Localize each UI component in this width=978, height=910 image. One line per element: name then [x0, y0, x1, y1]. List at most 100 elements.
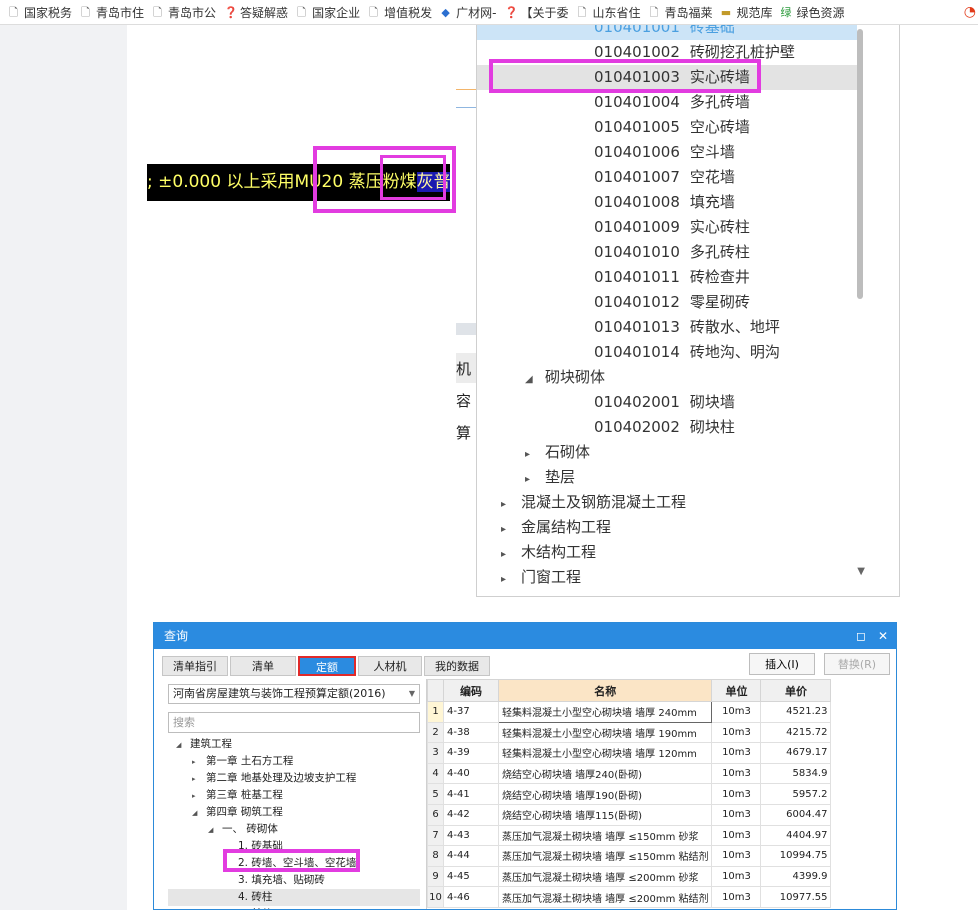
- bill-tree-popup: ▼ 010401001 砖基础 010401002 砖砌挖孔桩护壁 010401003 实…: [476, 25, 900, 597]
- bookmark-item[interactable]: ❓ 答疑解惑: [224, 4, 288, 21]
- tree-row[interactable]: 010401004 多孔砖墙: [477, 90, 857, 115]
- tree-row[interactable]: 010401005 空心砖墙: [477, 115, 857, 140]
- bookmark-item[interactable]: 🗋 青岛福莱: [648, 4, 713, 21]
- tree-row[interactable]: 010401006 空斗墙: [477, 140, 857, 165]
- tree-row-label: 砌块砌体: [545, 368, 606, 386]
- quota-tree-item[interactable]: ▸ 第一章 土石方工程: [168, 753, 420, 770]
- column-header[interactable]: [427, 679, 444, 702]
- cell-name: 烧结空心砌块墙 墙厚240(卧砌): [497, 762, 713, 785]
- quota-tree-item[interactable]: 4. 砖柱: [168, 889, 420, 906]
- expand-icon[interactable]: ▸: [501, 542, 515, 567]
- row-index: 9: [427, 865, 444, 888]
- bookmark-item[interactable]: ▬ 规范库: [720, 4, 773, 21]
- tab-2[interactable]: 定额: [298, 656, 356, 676]
- bookmark-item[interactable]: ❓ 【关于委: [504, 4, 568, 21]
- expand-icon[interactable]: ▸: [501, 567, 515, 592]
- cell-name: 蒸压加气混凝土砌块墙 墙厚 ≤200mm 粘结剂: [497, 886, 713, 908]
- doc-icon: 🗋: [297, 5, 306, 19]
- bookmark-item[interactable]: 🗋 山东省住: [576, 4, 641, 21]
- quota-tree-item[interactable]: ▸ 第二章 地基处理及边坡支护工程: [168, 770, 420, 787]
- collapse-icon[interactable]: ◢: [525, 367, 539, 392]
- tree-row[interactable]: 010401011 砖检查井: [477, 265, 857, 290]
- tab-3[interactable]: 人材机: [358, 656, 422, 676]
- bookmark-item[interactable]: 🗋 青岛市公: [152, 4, 216, 21]
- column-header[interactable]: 单位: [711, 679, 762, 702]
- search-input[interactable]: 搜索: [168, 712, 420, 733]
- table-row[interactable]: 4 4-40 烧结空心砌块墙 墙厚240(卧砌) 10m3 5834.9: [427, 762, 832, 785]
- scroll-down-icon[interactable]: ▼: [857, 566, 865, 577]
- collapse-icon[interactable]: ◢: [208, 822, 218, 839]
- close-icon[interactable]: ✕: [878, 623, 888, 649]
- collapse-icon[interactable]: ◢: [192, 805, 202, 822]
- tab-4[interactable]: 我的数据: [424, 656, 490, 676]
- column-header[interactable]: 名称: [497, 679, 713, 702]
- table-row[interactable]: 10 4-46 蒸压加气混凝土砌块墙 墙厚 ≤200mm 粘结剂 10m3 10977.…: [427, 886, 832, 908]
- bookmark-item[interactable]: 🗋 增值税发: [368, 4, 432, 21]
- table-row[interactable]: 7 4-43 蒸压加气混凝土砌块墙 墙厚 ≤150mm 砂浆 10m3 4404.97: [427, 824, 832, 847]
- bookmark-item[interactable]: ◆ 广材网-: [440, 4, 496, 21]
- tree-row[interactable]: 010401001 砖基础: [477, 25, 857, 40]
- table-row[interactable]: 5 4-41 烧结空心砌块墙 墙厚190(卧砌) 10m3 5957.2: [427, 783, 832, 805]
- quota-tree-item[interactable]: 3. 填充墙、贴砌砖: [168, 872, 420, 889]
- tree-row[interactable]: 010401012 零星砌砖: [477, 290, 857, 315]
- expand-icon[interactable]: ▸: [525, 467, 539, 492]
- tree-row[interactable]: 010401009 实心砖柱: [477, 215, 857, 240]
- collapse-icon[interactable]: ◢: [176, 737, 186, 754]
- tree-row[interactable]: 010402002 砌块柱: [477, 415, 857, 440]
- insert-button[interactable]: 插入(I): [749, 653, 815, 675]
- tree-row[interactable]: 010402001 砌块墙: [477, 390, 857, 415]
- replace-button[interactable]: 替换(R): [824, 653, 890, 675]
- bookmark-item[interactable]: 🗋 国家企业: [296, 4, 360, 21]
- cell-price: 4679.17: [760, 742, 832, 764]
- table-row[interactable]: 6 4-42 烧结空心砌块墙 墙厚115(卧砌) 10m3 6004.47: [427, 803, 832, 826]
- tree-row[interactable]: ▸ 石砌体: [477, 440, 857, 465]
- bookmark-item[interactable]: 🗋 国家税务: [8, 4, 72, 21]
- bookmark-item[interactable]: 绿绿色资源: [781, 4, 845, 21]
- tree-row[interactable]: ▸ 门窗工程: [477, 565, 857, 590]
- cell-price: 5957.2: [760, 783, 832, 805]
- expand-icon[interactable]: ▸: [192, 788, 202, 805]
- tree-row[interactable]: ▸ 混凝土及钢筋混凝土工程: [477, 490, 857, 515]
- tree-row-label: 砖检查井: [689, 268, 750, 286]
- tree-row[interactable]: 010401013 砖散水、地坪: [477, 315, 857, 340]
- tree-row[interactable]: ▸ 木结构工程: [477, 540, 857, 565]
- tree-row[interactable]: ▸ 金属结构工程: [477, 515, 857, 540]
- expand-icon[interactable]: ▸: [192, 754, 202, 771]
- table-row[interactable]: 9 4-45 蒸压加气混凝土砌块墙 墙厚 ≤200mm 砂浆 10m3 4399.9: [427, 865, 832, 888]
- dialog-title: 查询: [164, 629, 189, 643]
- cell-price: 4399.9: [760, 865, 832, 888]
- tree-row[interactable]: 010401010 多孔砖柱: [477, 240, 857, 265]
- tree-row[interactable]: ▸ 垫层: [477, 465, 857, 490]
- table-row[interactable]: 3 4-39 轻集料混凝土小型空心砌块墙 墙厚 120mm 10m3 4679.17: [427, 742, 832, 764]
- expand-icon[interactable]: ▸: [501, 517, 515, 542]
- highlight-box: [223, 849, 360, 872]
- tree-row[interactable]: 010401007 空花墙: [477, 165, 857, 190]
- bookmark-item[interactable]: 🗋 青岛市住: [80, 4, 144, 21]
- quota-tree-item[interactable]: 5. 其他: [168, 906, 420, 909]
- expand-icon[interactable]: ▸: [501, 492, 515, 517]
- column-header[interactable]: 单价: [760, 679, 832, 702]
- bookmark-more-icon[interactable]: ◔: [964, 4, 976, 20]
- scrollbar-thumb[interactable]: [857, 29, 863, 299]
- tree-row[interactable]: 010401008 填充墙: [477, 190, 857, 215]
- tab-0[interactable]: 清单指引: [162, 656, 228, 676]
- quota-tree-item[interactable]: ◢ 一、 砖砌体: [168, 821, 420, 838]
- tree-row-label: 砌块柱: [689, 418, 735, 436]
- table-row[interactable]: 8 4-44 蒸压加气混凝土砌块墙 墙厚 ≤150mm 粘结剂 10m3 10994.7…: [427, 845, 832, 867]
- tree-row[interactable]: ◢ 砌块砌体: [477, 365, 857, 390]
- quota-tree-item[interactable]: ◢ 第四章 砌筑工程: [168, 804, 420, 821]
- tab-bar: 清单指引 清单 定额 人材机 我的数据: [162, 656, 492, 676]
- tree-row[interactable]: 010401014 砖地沟、明沟: [477, 340, 857, 365]
- quota-tree-item[interactable]: ▸ 第三章 桩基工程: [168, 787, 420, 804]
- expand-icon[interactable]: ▸: [525, 442, 539, 467]
- expand-icon[interactable]: ▸: [192, 771, 202, 788]
- column-header[interactable]: 编码: [443, 679, 499, 702]
- quota-tree-item[interactable]: ◢ 建筑工程: [168, 736, 420, 753]
- bookmark-label: 绿色资源: [796, 5, 845, 20]
- quota-select[interactable]: 河南省房屋建筑与装饰工程预算定额(2016) ▼: [168, 684, 420, 704]
- table-row[interactable]: 1 4-37 轻集料混凝土小型空心砌块墙 墙厚 240mm 10m3 4521.23: [427, 701, 832, 723]
- fragment-text: 算: [456, 424, 472, 442]
- maximize-icon[interactable]: ◻: [856, 623, 866, 649]
- tab-1[interactable]: 清单: [230, 656, 296, 676]
- table-row[interactable]: 2 4-38 轻集料混凝土小型空心砌块墙 墙厚 190mm 10m3 4215.72: [427, 721, 832, 744]
